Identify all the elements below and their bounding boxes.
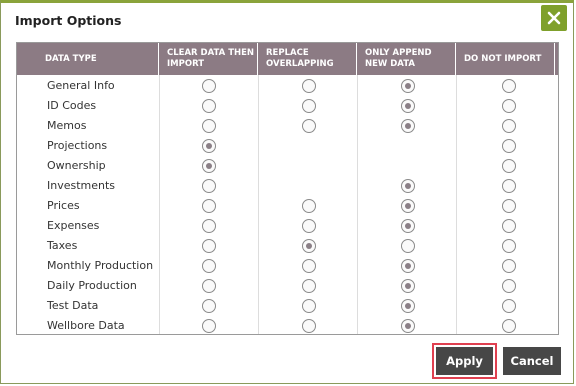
radio-option[interactable] [302, 299, 316, 313]
radio-option[interactable] [401, 199, 415, 213]
radio-option[interactable] [502, 279, 516, 293]
radio-option[interactable] [302, 279, 316, 293]
radio-option[interactable] [401, 319, 415, 333]
row-label: Investments [47, 179, 116, 192]
header-do-not-import: DO NOT IMPORT [456, 43, 555, 75]
close-icon [547, 11, 561, 25]
radio-option[interactable] [401, 279, 415, 293]
radio-option[interactable] [502, 319, 516, 333]
radio-option[interactable] [202, 99, 216, 113]
header-clear-data: CLEAR DATA THEN IMPORT [159, 43, 258, 75]
table-row: Monthly Production [17, 256, 558, 276]
radio-option[interactable] [401, 259, 415, 273]
radio-option[interactable] [202, 179, 216, 193]
radio-option[interactable] [202, 239, 216, 253]
radio-option[interactable] [302, 219, 316, 233]
radio-option[interactable] [502, 219, 516, 233]
table-row: Prices [17, 196, 558, 216]
radio-option[interactable] [202, 139, 216, 153]
row-label: Prices [47, 199, 80, 212]
header-only-append: ONLY APPEND NEW DATA [357, 43, 456, 75]
radio-option[interactable] [401, 79, 415, 93]
row-label: Expenses [47, 219, 100, 232]
row-label: General Info [47, 79, 115, 92]
radio-option[interactable] [401, 119, 415, 133]
table-row: Ownership [17, 156, 558, 176]
radio-option[interactable] [202, 319, 216, 333]
close-button[interactable] [541, 5, 567, 31]
row-label: Ownership [47, 159, 106, 172]
import-options-dialog: Import Options DATA TYPE CLEAR DATA THEN… [0, 0, 574, 384]
radio-option[interactable] [502, 139, 516, 153]
table-header: DATA TYPE CLEAR DATA THEN IMPORT REPLACE… [17, 43, 558, 75]
table-row: Taxes [17, 236, 558, 256]
radio-option[interactable] [502, 259, 516, 273]
row-label: Daily Production [47, 279, 137, 292]
row-label: Projections [47, 139, 108, 152]
apply-button[interactable]: Apply [436, 347, 493, 375]
table-row: Investments [17, 176, 558, 196]
table-row: Projections [17, 136, 558, 156]
cancel-button[interactable]: Cancel [503, 347, 561, 375]
row-label: Test Data [47, 299, 99, 312]
radio-option[interactable] [502, 199, 516, 213]
radio-option[interactable] [202, 119, 216, 133]
import-options-table: DATA TYPE CLEAR DATA THEN IMPORT REPLACE… [16, 42, 559, 335]
radio-option[interactable] [202, 279, 216, 293]
radio-option[interactable] [202, 199, 216, 213]
row-label: ID Codes [47, 99, 97, 112]
header-replace-overlapping: REPLACE OVERLAPPING [258, 43, 357, 75]
dialog-title: Import Options [15, 13, 122, 28]
table-row: Wellbore Data [17, 316, 558, 336]
row-label: Monthly Production [47, 259, 154, 272]
radio-option[interactable] [502, 119, 516, 133]
header-data-type: DATA TYPE [17, 43, 159, 75]
radio-option[interactable] [502, 239, 516, 253]
radio-option[interactable] [502, 179, 516, 193]
radio-option[interactable] [302, 99, 316, 113]
row-label: Memos [47, 119, 87, 132]
table-row: ID Codes [17, 96, 558, 116]
radio-option[interactable] [302, 259, 316, 273]
radio-option[interactable] [202, 159, 216, 173]
radio-option[interactable] [302, 119, 316, 133]
radio-option[interactable] [401, 179, 415, 193]
radio-option[interactable] [401, 239, 415, 253]
radio-option[interactable] [302, 79, 316, 93]
radio-option[interactable] [302, 199, 316, 213]
radio-option[interactable] [202, 219, 216, 233]
radio-option[interactable] [401, 99, 415, 113]
radio-option[interactable] [502, 99, 516, 113]
table-row: Expenses [17, 216, 558, 236]
table-row: General Info [17, 76, 558, 96]
row-label: Wellbore Data [47, 319, 125, 332]
radio-option[interactable] [202, 259, 216, 273]
table-row: Memos [17, 116, 558, 136]
row-label: Taxes [47, 239, 78, 252]
radio-option[interactable] [401, 219, 415, 233]
radio-option[interactable] [502, 79, 516, 93]
table-body: General Info ID Codes Memos Projections Owne… [17, 76, 558, 336]
radio-option[interactable] [202, 299, 216, 313]
radio-option[interactable] [401, 299, 415, 313]
radio-option[interactable] [302, 319, 316, 333]
radio-option[interactable] [502, 299, 516, 313]
radio-option[interactable] [302, 239, 316, 253]
radio-option[interactable] [202, 79, 216, 93]
table-row: Daily Production [17, 276, 558, 296]
table-row: Test Data [17, 296, 558, 316]
radio-option[interactable] [502, 159, 516, 173]
